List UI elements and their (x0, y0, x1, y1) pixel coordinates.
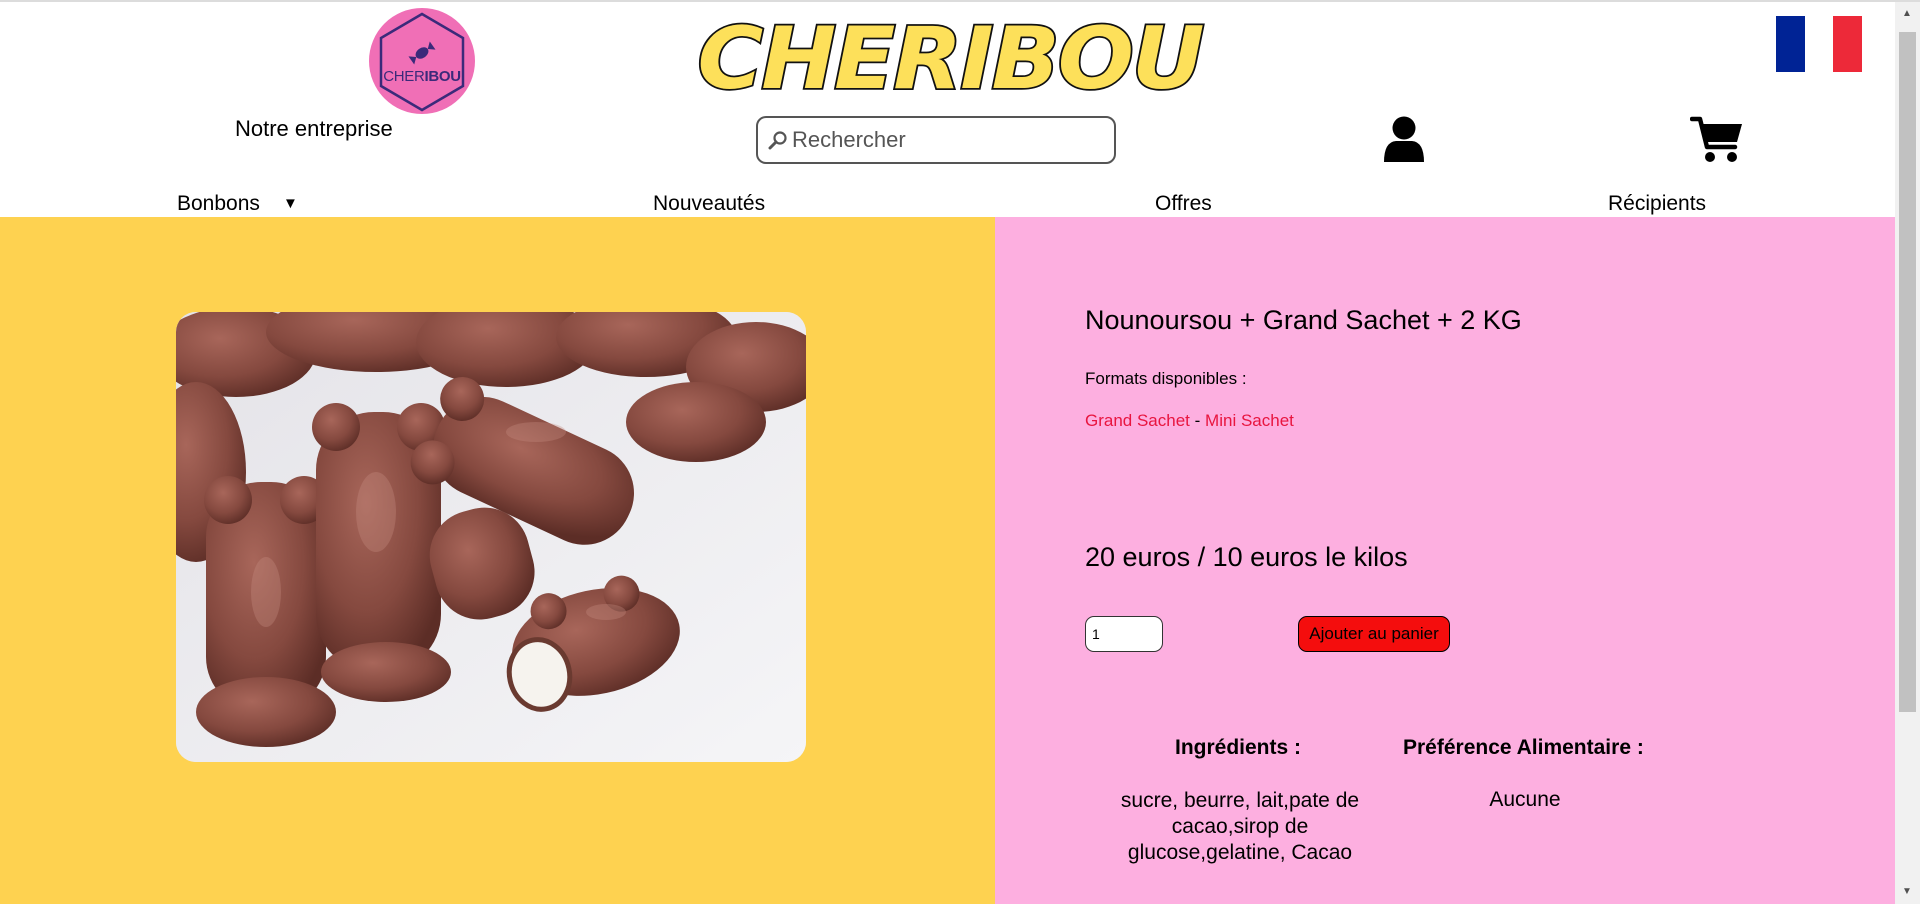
product-price: 20 euros / 10 euros le kilos (1085, 542, 1408, 572)
formats-label: Formats disponibles : (1085, 369, 1247, 388)
scrollbar-thumb[interactable] (1899, 32, 1916, 712)
preference-heading: Préférence Alimentaire : (1403, 736, 1644, 759)
top-border (0, 0, 1920, 2)
product-image (176, 312, 806, 762)
flag-stripe-white (1804, 16, 1834, 72)
candy-icon (408, 41, 436, 65)
search-icon (768, 131, 787, 150)
format-link-grand-sachet[interactable]: Grand Sachet (1085, 411, 1190, 430)
format-link-mini-sachet[interactable]: Mini Sachet (1205, 411, 1294, 430)
nav-item-recipients[interactable]: Récipients (1608, 192, 1706, 216)
ingredients-text: sucre, beurre, lait,pate de cacao,sirop … (1120, 789, 1360, 864)
nav-item-bonbons[interactable]: Bonbons (177, 192, 260, 216)
scroll-up-icon[interactable]: ▲ (1902, 8, 1912, 19)
search-input[interactable] (792, 127, 1092, 153)
format-separator: - (1194, 411, 1201, 430)
product-title: Nounoursou + Grand Sachet + 2 KG (1085, 305, 1522, 335)
user-icon[interactable] (1382, 116, 1426, 164)
search-box[interactable] (756, 116, 1116, 164)
scroll-down-icon[interactable]: ▼ (1902, 886, 1912, 897)
brand-title-text: CHERIBOU (698, 9, 1204, 100)
logo[interactable]: CHERIBOU (369, 8, 475, 114)
brand-title: CHERIBOU (696, 8, 1208, 100)
flag-stripe-blue (1776, 16, 1805, 72)
add-to-cart-button[interactable]: Ajouter au panier (1298, 616, 1450, 652)
logo-text: CHERIBOU (383, 68, 461, 85)
page-scrollbar[interactable]: ▲ ▼ (1895, 2, 1920, 904)
quantity-input[interactable] (1085, 616, 1163, 652)
ingredients-heading: Ingrédients : (1175, 736, 1302, 759)
company-link[interactable]: Notre entreprise (235, 116, 393, 142)
format-options: Grand Sachet - Mini Sachet (1085, 411, 1294, 431)
flag-stripe-red (1833, 16, 1863, 72)
preference-text: Aucune (1489, 788, 1561, 811)
chevron-down-icon[interactable]: ▼ (283, 195, 298, 212)
cart-icon[interactable] (1690, 116, 1744, 164)
nav-item-offres[interactable]: Offres (1155, 192, 1212, 216)
nav-item-nouveautes[interactable]: Nouveautés (653, 192, 765, 216)
language-flag-fr[interactable] (1776, 16, 1863, 72)
